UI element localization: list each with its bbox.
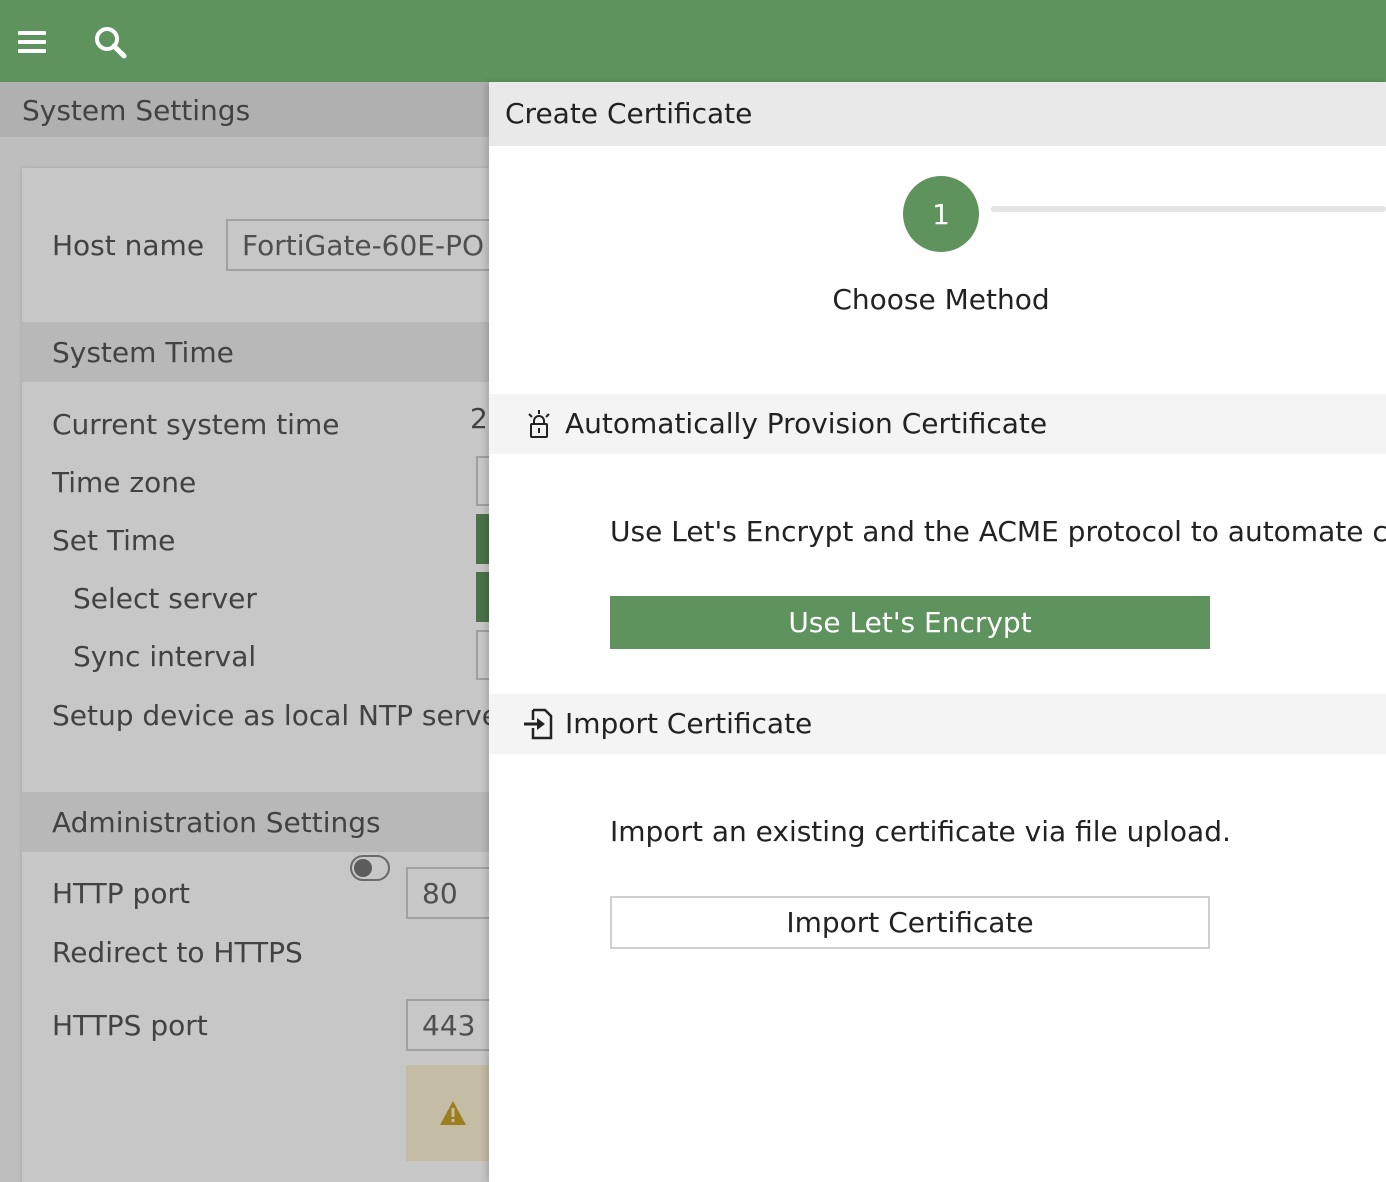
- use-lets-encrypt-button[interactable]: Use Let's Encrypt: [610, 596, 1210, 649]
- auto-provision-section: Automatically Provision Certificate: [489, 394, 1386, 454]
- file-import-icon: [524, 708, 553, 740]
- hamburger-menu-icon[interactable]: [12, 22, 52, 62]
- create-certificate-panel: Create Certificate 1 Choose Method Autom…: [489, 82, 1386, 1182]
- step-indicator: 1: [903, 176, 979, 252]
- import-certificate-description: Import an existing certificate via file …: [610, 815, 1231, 848]
- step-label: Choose Method: [832, 283, 1050, 316]
- import-certificate-title: Import Certificate: [565, 707, 813, 740]
- search-icon[interactable]: [90, 22, 130, 62]
- certificate-lock-icon: [528, 410, 550, 438]
- import-certificate-section: Import Certificate: [489, 694, 1386, 754]
- import-certificate-button[interactable]: Import Certificate: [610, 896, 1210, 949]
- auto-provision-description: Use Let's Encrypt and the ACME protocol …: [610, 515, 1386, 548]
- top-bar: [0, 0, 1386, 82]
- panel-header: Create Certificate: [489, 82, 1386, 146]
- panel-title: Create Certificate: [505, 97, 753, 130]
- auto-provision-title: Automatically Provision Certificate: [565, 407, 1048, 440]
- step-progress-line: [991, 206, 1386, 212]
